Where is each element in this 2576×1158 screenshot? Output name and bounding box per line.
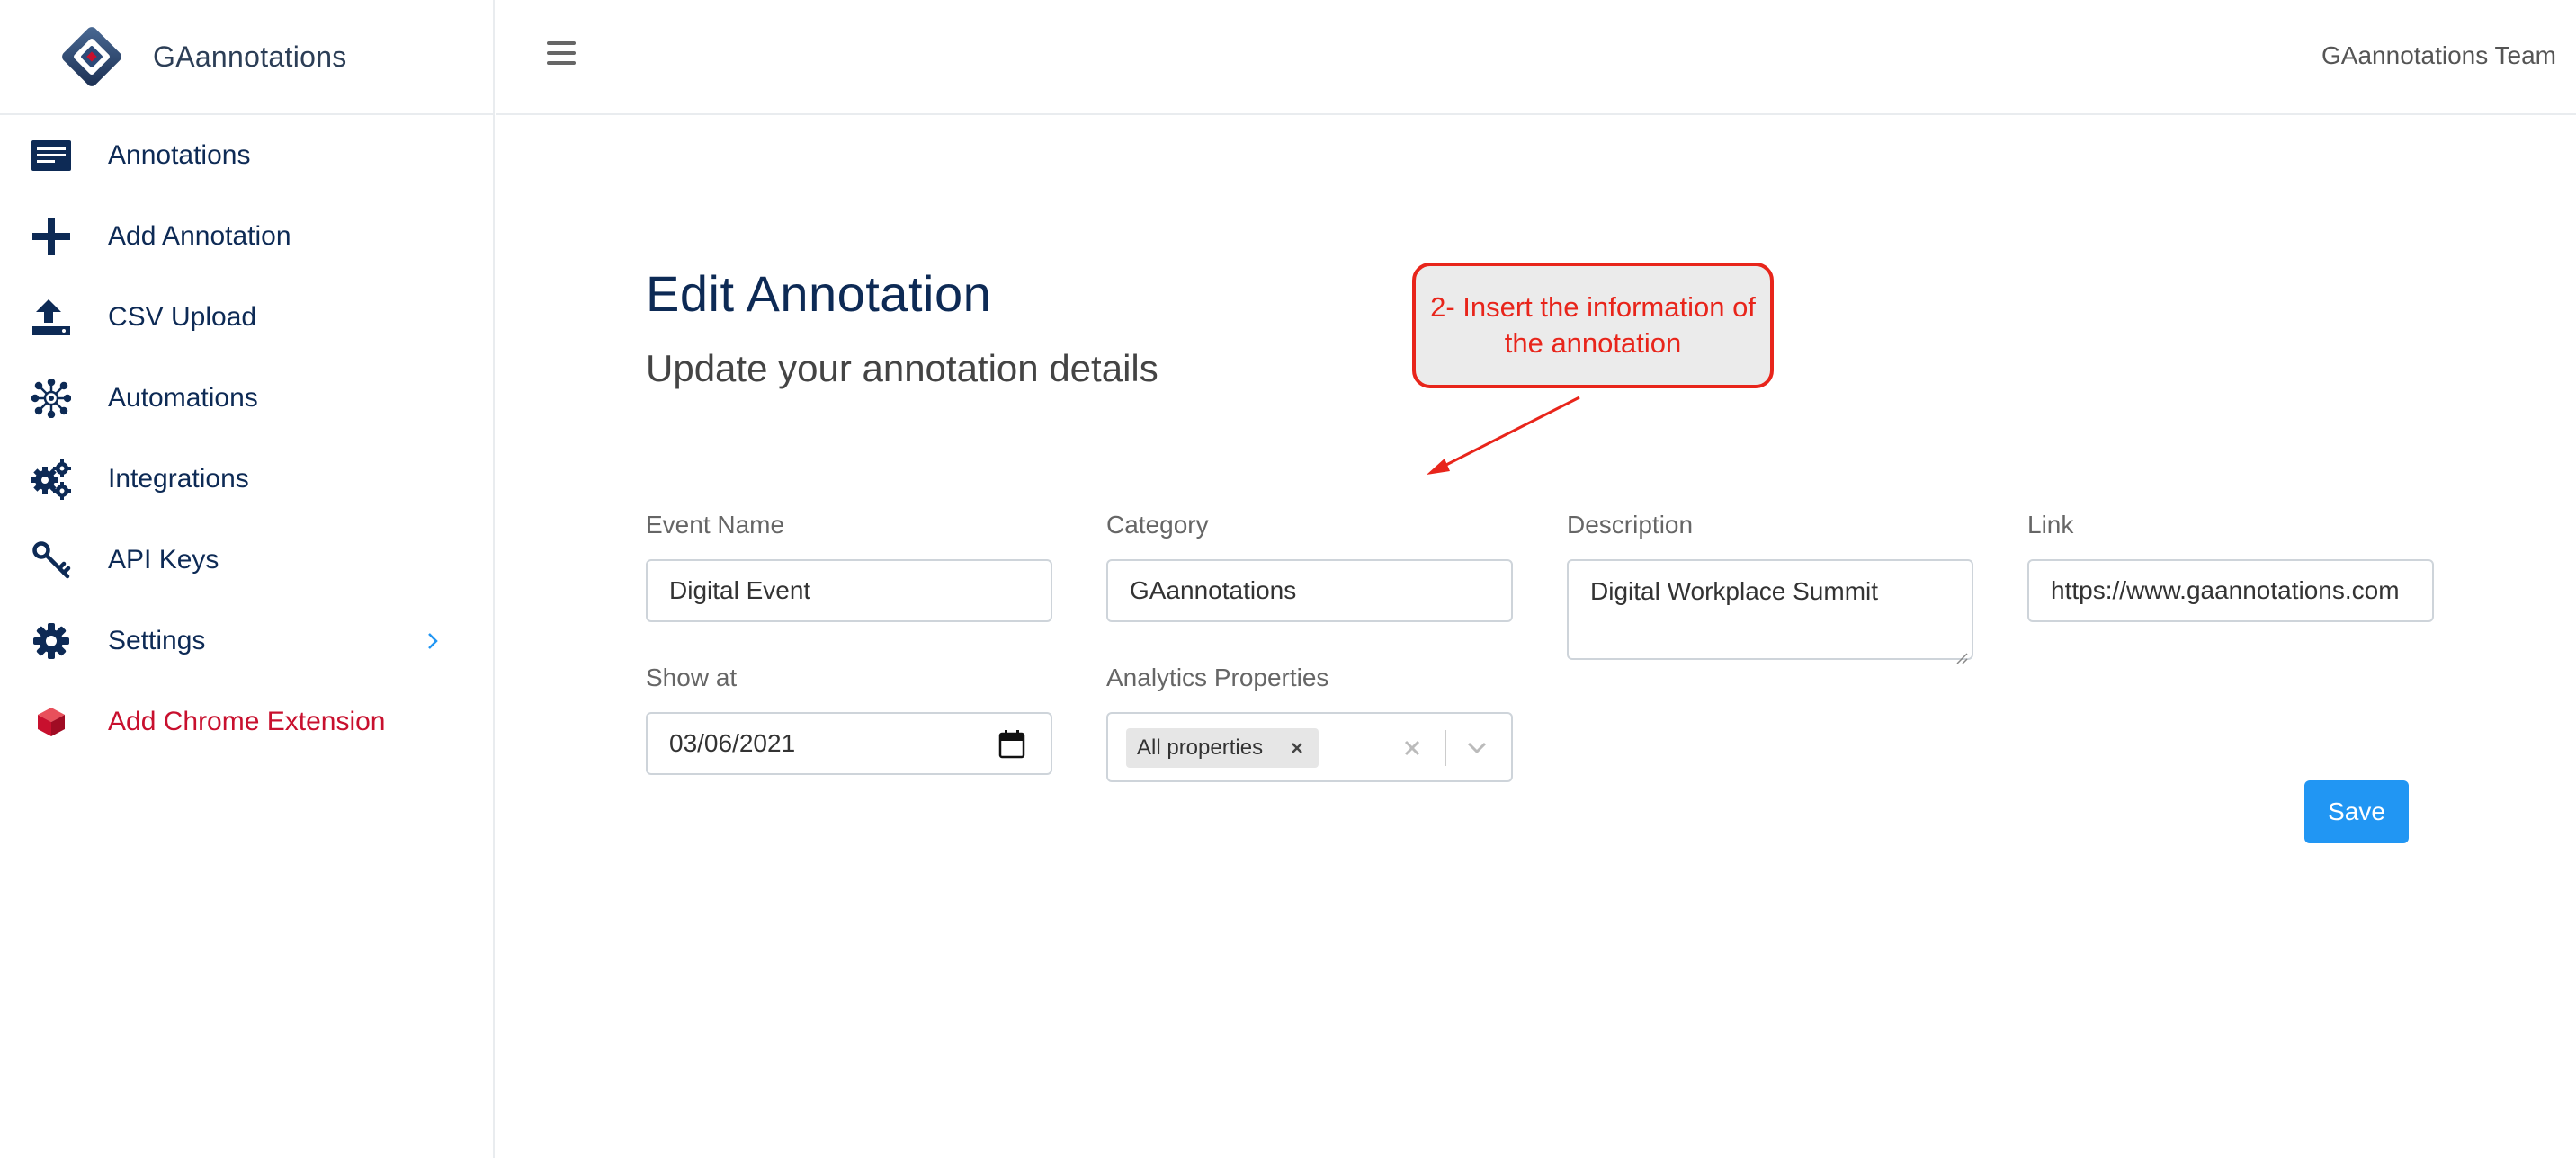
- sidebar-item-label: Integrations: [108, 464, 249, 494]
- sidebar-item-label: Add Annotation: [108, 221, 291, 251]
- sidebar-item-annotations[interactable]: Annotations: [0, 115, 493, 196]
- chevron-right-icon[interactable]: [419, 628, 446, 655]
- sidebar-item-label: Automations: [108, 383, 258, 413]
- gears-icon: [31, 459, 72, 500]
- callout-arrow-icon: [1427, 396, 1580, 475]
- sidebar: GAannotations Annotations Add Annotation…: [0, 0, 495, 1158]
- list-icon: [31, 135, 72, 176]
- sidebar-item-add-annotation[interactable]: Add Annotation: [0, 196, 493, 277]
- callout-text: 2- Insert the information of the annotat…: [1430, 291, 1756, 359]
- sidebar-item-api-keys[interactable]: API Keys: [0, 520, 493, 601]
- cube-icon: [31, 701, 72, 743]
- description-label: Description: [1567, 511, 1694, 539]
- chevron-down-icon[interactable]: [1462, 734, 1491, 762]
- link-input[interactable]: https://www.gaannotations.com: [2027, 559, 2434, 622]
- brand[interactable]: GAannotations: [0, 0, 493, 115]
- sidebar-nav: Annotations Add Annotation CSV Upload Au…: [0, 115, 493, 762]
- analytics-properties-select[interactable]: All properties: [1106, 712, 1513, 782]
- calendar-icon[interactable]: [998, 730, 1025, 759]
- network-icon: [31, 378, 72, 419]
- resize-handle-icon[interactable]: [1955, 642, 1968, 664]
- sidebar-item-automations[interactable]: Automations: [0, 358, 493, 439]
- main-content: Edit Annotation Update your annotation d…: [496, 117, 2576, 1158]
- show-at-label: Show at: [646, 664, 738, 691]
- sidebar-item-add-chrome-extension[interactable]: Add Chrome Extension: [0, 681, 493, 762]
- chip-remove-icon[interactable]: [1286, 737, 1308, 759]
- page-title: Edit Annotation: [646, 265, 992, 322]
- event-name-label: Event Name: [646, 511, 785, 539]
- category-label: Category: [1106, 511, 1209, 539]
- sidebar-item-label: API Keys: [108, 545, 219, 575]
- brand-name: GAannotations: [153, 40, 347, 73]
- description-value: Digital Workplace Summit: [1590, 577, 1879, 605]
- hamburger-menu-icon[interactable]: [547, 40, 579, 68]
- sidebar-item-label: CSV Upload: [108, 302, 257, 332]
- page-subtitle: Update your annotation details: [646, 347, 1158, 389]
- sidebar-item-integrations[interactable]: Integrations: [0, 439, 493, 520]
- gear-icon: [31, 620, 72, 662]
- show-at-value: 03/06/2021: [669, 729, 796, 757]
- save-button[interactable]: Save: [2304, 780, 2409, 843]
- brand-logo-icon: [58, 22, 126, 91]
- category-input[interactable]: GAannotations: [1106, 559, 1513, 622]
- topbar: GAannotations Team: [496, 0, 2576, 115]
- description-textarea[interactable]: Digital Workplace Summit: [1567, 559, 1973, 664]
- sidebar-item-settings[interactable]: Settings: [0, 601, 493, 681]
- select-separator: [1445, 730, 1446, 766]
- key-icon: [31, 539, 72, 581]
- tutorial-callout: 2- Insert the information of the annotat…: [1412, 263, 1774, 388]
- show-at-date-input[interactable]: 03/06/2021: [646, 712, 1052, 775]
- sidebar-item-label: Annotations: [108, 140, 251, 170]
- sidebar-item-csv-upload[interactable]: CSV Upload: [0, 277, 493, 358]
- chip-label: All properties: [1137, 735, 1264, 760]
- event-name-input[interactable]: Digital Event: [646, 559, 1052, 622]
- plus-icon: [31, 216, 72, 257]
- analytics-properties-label: Analytics Properties: [1106, 664, 1329, 691]
- link-label: Link: [2027, 511, 2074, 539]
- sidebar-item-label: Add Chrome Extension: [108, 707, 386, 736]
- sidebar-item-label: Settings: [108, 626, 206, 655]
- upload-icon: [31, 297, 72, 338]
- clear-selection-icon[interactable]: [1398, 734, 1427, 762]
- selected-property-chip: All properties: [1126, 728, 1319, 768]
- team-name[interactable]: GAannotations Team: [2321, 41, 2556, 70]
